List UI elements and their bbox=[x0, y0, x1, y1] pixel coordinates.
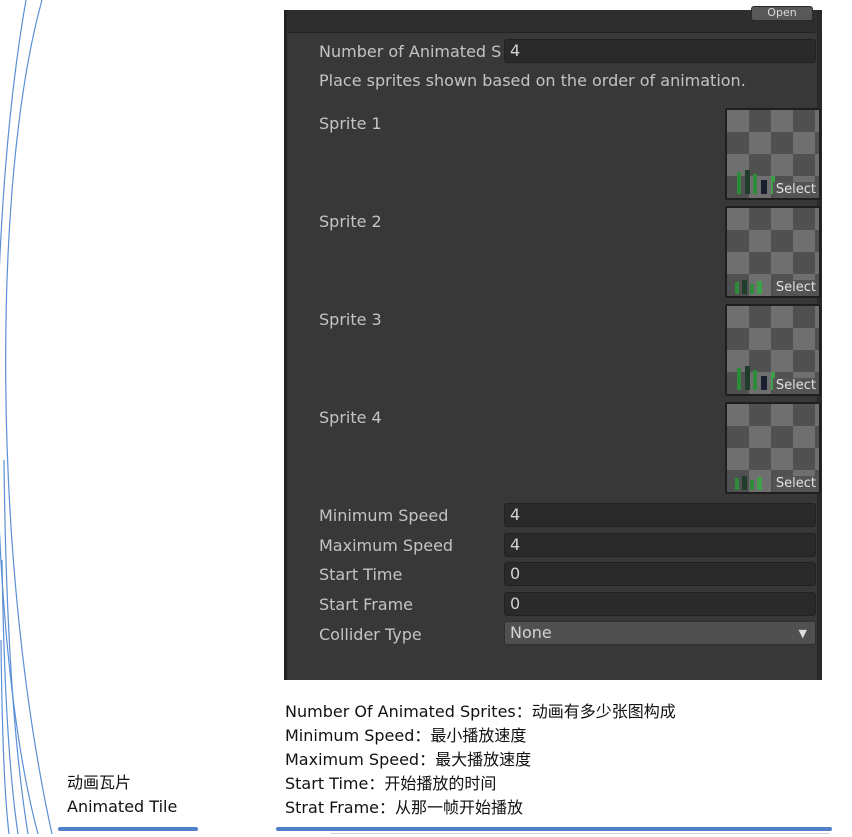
sprite-4-label: Sprite 4 bbox=[319, 408, 382, 427]
help-text: Place sprites shown based on the order o… bbox=[319, 71, 746, 90]
curve-line bbox=[5, 0, 53, 835]
caption-english: Animated Tile bbox=[67, 797, 178, 816]
start-time-field[interactable]: 0 bbox=[504, 562, 816, 586]
field-descriptions: Number Of Animated Sprites：动画有多少张图构成 Min… bbox=[285, 700, 676, 820]
minimum-speed-field[interactable]: 4 bbox=[504, 503, 816, 527]
description-underline bbox=[276, 827, 832, 831]
open-button[interactable]: Open bbox=[751, 6, 813, 21]
start-time-label: Start Time bbox=[319, 565, 403, 584]
dropdown-arrow-icon: ▼ bbox=[798, 627, 807, 640]
description-line: Number Of Animated Sprites：动画有多少张图构成 bbox=[285, 702, 676, 721]
sprite-2-object-field[interactable]: Select bbox=[725, 206, 821, 298]
inspector-header-strip: Open bbox=[287, 6, 817, 33]
sprite-1-select-button[interactable]: Select bbox=[772, 182, 819, 198]
number-of-sprites-field[interactable]: 4 bbox=[504, 39, 816, 63]
sprite-1-label: Sprite 1 bbox=[319, 114, 382, 133]
curve-line bbox=[1, 559, 19, 835]
sprite-3-select-button[interactable]: Select bbox=[772, 378, 819, 394]
maximum-speed-label: Maximum Speed bbox=[319, 536, 454, 555]
minimum-speed-label: Minimum Speed bbox=[319, 506, 449, 525]
pixel-tree-sprite-icon bbox=[735, 280, 762, 294]
number-of-sprites-label: Number of Animated S bbox=[319, 42, 502, 61]
sprite-2-label: Sprite 2 bbox=[319, 212, 382, 231]
description-line: Maximum Speed：最大播放速度 bbox=[285, 750, 532, 769]
inspector-panel: Open Number of Animated S 4 Place sprite… bbox=[284, 6, 822, 680]
sprite-2-select-button[interactable]: Select bbox=[772, 280, 819, 296]
sprite-1-object-field[interactable]: Select bbox=[725, 108, 821, 200]
caption-chinese: 动画瓦片 bbox=[67, 773, 132, 792]
maximum-speed-field[interactable]: 4 bbox=[504, 533, 816, 557]
pixel-tree-sprite-icon bbox=[735, 476, 762, 490]
divider bbox=[330, 833, 830, 834]
description-line: Minimum Speed：最小播放速度 bbox=[285, 726, 527, 745]
collider-type-label: Collider Type bbox=[319, 625, 422, 644]
collider-type-dropdown[interactable]: None ▼ bbox=[504, 621, 816, 645]
description-line: Start Time：开始播放的时间 bbox=[285, 774, 497, 793]
collider-type-value: None bbox=[510, 623, 552, 642]
description-line: Strat Frame：从那一帧开始播放 bbox=[285, 798, 524, 817]
start-frame-field[interactable]: 0 bbox=[504, 592, 816, 616]
sprite-4-object-field[interactable]: Select bbox=[725, 402, 821, 494]
animated-tile-caption: 动画瓦片 Animated Tile bbox=[67, 771, 177, 819]
start-frame-label: Start Frame bbox=[319, 595, 414, 614]
caption-underline bbox=[58, 827, 198, 831]
sprite-4-select-button[interactable]: Select bbox=[772, 476, 819, 492]
sprite-3-object-field[interactable]: Select bbox=[725, 304, 821, 396]
sprite-3-label: Sprite 3 bbox=[319, 310, 382, 329]
